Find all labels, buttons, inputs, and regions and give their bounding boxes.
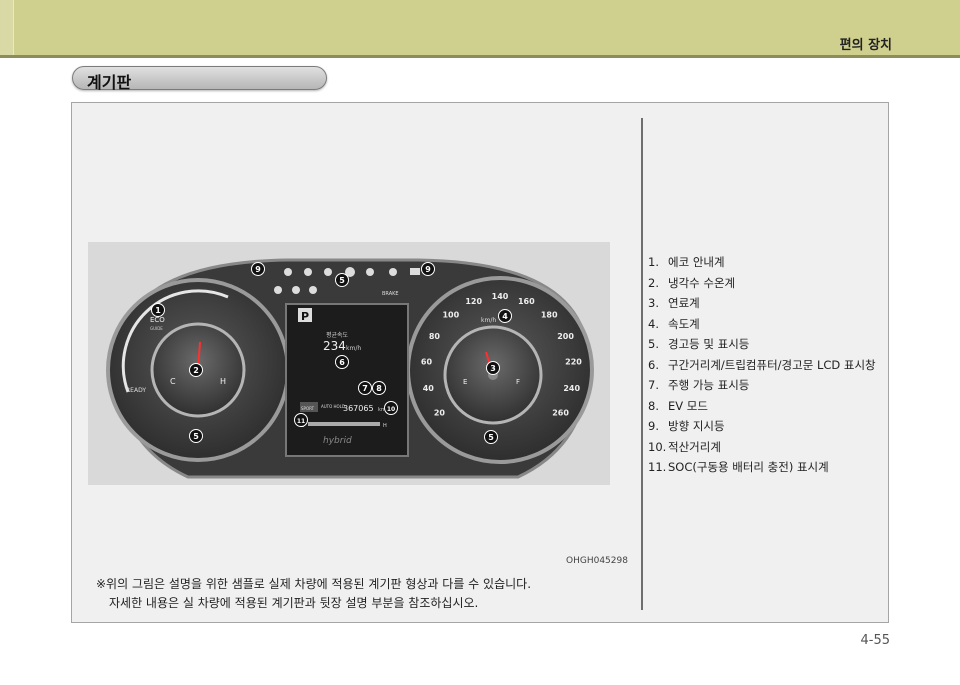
callout-badge-number: 3 — [490, 364, 496, 373]
soc-h-label: H — [383, 423, 387, 429]
speed-tick-label: 80 — [429, 332, 441, 341]
callout-badge-number: 5 — [193, 432, 199, 441]
legend-item: 3. 연료계 — [648, 296, 700, 310]
speed-tick-label: 180 — [541, 311, 558, 320]
fuel-f-label: F — [516, 378, 520, 386]
legend-item: 8. EV 모드 — [648, 398, 708, 413]
cluster-illustration: ECO GUIDE READY C H 20 40 60 80 100 120 140 160… — [106, 258, 594, 479]
speed-tick-label: 220 — [565, 357, 582, 366]
section-tab: 계기판 — [72, 66, 327, 92]
speed-tick-label: 260 — [552, 408, 569, 417]
warning-icon — [274, 286, 282, 294]
ready-label: READY — [126, 387, 146, 394]
callout-badge-number: 8 — [376, 384, 382, 393]
callout-badge-number: 5 — [488, 433, 494, 442]
callout-badge-number: 1 — [155, 306, 161, 315]
instrument-cluster-image: ECO GUIDE READY C H 20 40 60 80 100 120 140 160… — [88, 242, 610, 485]
speed-tick-label: 100 — [442, 311, 459, 320]
avg-speed-label: 평균속도 — [326, 331, 349, 339]
legend-item: 11. SOC(구동용 배터리 충전) 표시계 — [648, 460, 829, 474]
header-band — [0, 0, 960, 58]
legend-item: 5. 경고등 및 표시등 — [648, 337, 750, 351]
legend-item: 10. 적산거리계 — [648, 439, 721, 454]
callout-badge-number: 9 — [255, 265, 261, 274]
page-number: 4-55 — [860, 633, 890, 648]
eco-sub-label: GUIDE — [150, 326, 163, 331]
speed-tick-label: 200 — [557, 332, 574, 341]
warning-icon — [284, 268, 292, 276]
temp-c-label: C — [170, 377, 176, 386]
soc-bar — [308, 422, 380, 426]
speed-tick-label: 120 — [465, 297, 482, 306]
fuel-e-label: E — [463, 378, 467, 386]
avg-speed-value: 234 — [323, 339, 346, 353]
legend-item: 6. 구간거리계/트립컴퓨터/경고문 LCD 표시창 — [648, 357, 876, 372]
gear-indicator: P — [301, 310, 309, 323]
warning-icon — [366, 268, 374, 276]
warning-icon — [304, 268, 312, 276]
speed-unit-label: km/h — [481, 317, 496, 324]
callout-badge-number: 2 — [193, 366, 199, 375]
header-stripe — [0, 0, 14, 58]
section-title: 계기판 — [87, 73, 132, 92]
note: ※위의 그림은 설명을 위한 샘플로 실제 차량에 적용된 계기판 형상과 다를… — [96, 575, 531, 613]
warning-icon — [292, 286, 300, 294]
note-line-2: 자세한 내용은 실 차량에 적용된 계기판과 뒷장 설명 부분을 참조하십시오. — [109, 596, 479, 610]
speed-tick-label: 160 — [518, 297, 535, 306]
callout-badge-number: 10 — [387, 406, 395, 413]
warning-icon — [324, 268, 332, 276]
legend-item: 9. 방향 지시등 — [648, 419, 725, 433]
speed-tick-label: 140 — [492, 292, 509, 301]
callout-badge-number: 9 — [425, 265, 431, 274]
callout-badge-number: 7 — [362, 384, 368, 393]
legend-item: 7. 주행 가능 표시등 — [648, 378, 750, 392]
temp-h-label: H — [220, 377, 226, 386]
warning-icon — [389, 268, 397, 276]
speed-tick-label: 20 — [434, 408, 446, 417]
image-code: OHGH045298 — [566, 556, 628, 566]
odometer-value: 367065 — [343, 404, 374, 413]
speed-tick-label: 60 — [421, 357, 433, 366]
sport-label: SPORT — [301, 406, 315, 411]
hybrid-brand: hybrid — [323, 436, 352, 446]
callout-badge-number: 6 — [339, 358, 345, 367]
note-line-1: ※위의 그림은 설명을 위한 샘플로 실제 차량에 적용된 계기판 형상과 다를… — [96, 577, 532, 591]
warning-icon — [309, 286, 317, 294]
brake-label: BRAKE — [382, 291, 399, 297]
legend-list: 1. 에코 안내계 2. 냉각수 수온계 3. 연료계 4. 속도계 5. 경고등 및 표… — [648, 254, 876, 480]
legend-item: 2. 냉각수 수온계 — [648, 275, 736, 290]
battery-icon — [410, 268, 420, 275]
legend-item: 4. 속도계 — [648, 316, 700, 331]
legend-item: 1. 에코 안내계 — [648, 255, 725, 269]
avg-speed-unit: km/h — [346, 345, 361, 352]
eco-label: ECO — [150, 316, 165, 324]
auto-hold-label: AUTO HOLD — [321, 404, 345, 409]
lcd-display — [285, 303, 409, 457]
callout-badge-number: 5 — [339, 276, 345, 285]
vertical-divider — [641, 118, 643, 610]
speed-tick-label: 40 — [423, 384, 435, 393]
speed-tick-label: 240 — [563, 384, 580, 393]
callout-badge-number: 4 — [502, 312, 508, 321]
callout-badge-number: 11 — [297, 418, 305, 425]
chapter-title: 편의 장치 — [839, 38, 892, 53]
header-rule — [0, 55, 960, 58]
